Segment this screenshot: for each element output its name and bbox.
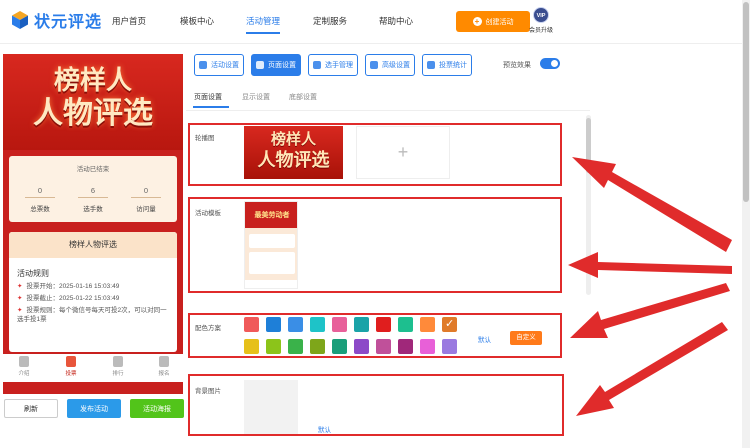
arrow-1 <box>572 157 732 252</box>
page-scrollbar-thumb[interactable] <box>743 2 749 202</box>
arrow-2 <box>568 252 732 278</box>
arrow-3 <box>570 283 730 338</box>
annotation-arrows <box>568 157 732 416</box>
